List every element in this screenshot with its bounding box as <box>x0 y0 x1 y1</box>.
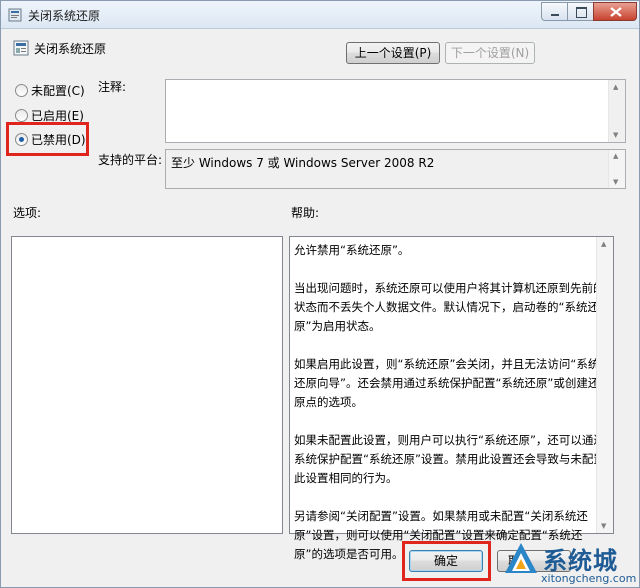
window-title: 关闭系统还原 <box>28 9 101 23</box>
options-panel <box>11 236 283 534</box>
watermark-brand: 系统城 <box>543 547 618 575</box>
radio-not-configured[interactable]: 未配置(C) <box>15 82 85 98</box>
policy-setting-icon <box>13 40 29 56</box>
comment-textarea[interactable]: ▲ ▼ <box>165 79 626 143</box>
help-scrollbar[interactable]: ▲ ▼ <box>596 237 613 533</box>
highlight-ok-button <box>402 541 491 581</box>
highlight-disabled-option <box>6 122 89 156</box>
scroll-down-arrow-icon[interactable]: ▼ <box>613 131 618 139</box>
previous-setting-button[interactable]: 上一个设置(P) <box>346 42 440 64</box>
platform-scrollbar[interactable]: ▲ ▼ <box>608 150 625 188</box>
platform-value: 至少 Windows 7 或 Windows Server 2008 R2 <box>171 156 435 170</box>
brand-watermark: 系统城 xitongcheng.com <box>501 539 640 588</box>
scroll-down-arrow-icon[interactable]: ▼ <box>613 178 618 186</box>
radio-enabled[interactable]: 已启用(E) <box>15 107 84 123</box>
scroll-down-arrow-icon[interactable]: ▼ <box>601 522 606 530</box>
watermark-logo-icon <box>505 543 537 573</box>
radio-circle[interactable] <box>15 108 28 122</box>
minimize-button[interactable] <box>541 2 567 21</box>
radio-circle[interactable] <box>15 83 28 97</box>
title-bar[interactable]: 关闭系统还原 <box>1 1 639 29</box>
scroll-up-arrow-icon[interactable]: ▲ <box>613 83 618 91</box>
help-paragraph: 允许禁用“系统还原”。 <box>294 243 410 257</box>
help-panel: 允许禁用“系统还原”。 当出现问题时，系统还原可以使用户将其计算机还原到先前的状… <box>289 236 614 561</box>
maximize-button[interactable] <box>567 2 593 21</box>
help-paragraph: 当出现问题时，系统还原可以使用户将其计算机还原到先前的状态而不丢失个人数据文件。… <box>294 281 605 333</box>
close-icon <box>610 7 622 17</box>
platform-label: 支持的平台: <box>98 153 163 167</box>
app-icon <box>8 8 22 22</box>
close-button[interactable] <box>593 2 637 21</box>
options-label: 选项: <box>13 206 42 220</box>
help-paragraph: 如果未配置此设置，则用户可以执行“系统还原”，还可以通过系统保护配置“系统还原”… <box>294 433 605 485</box>
next-setting-button[interactable]: 下一个设置(N) <box>445 42 535 64</box>
scroll-up-arrow-icon[interactable]: ▲ <box>601 240 606 248</box>
comment-label: 注释: <box>98 80 127 94</box>
watermark-url: xitongcheng.com <box>541 572 637 585</box>
radio-label: 未配置(C) <box>31 83 85 98</box>
comment-scrollbar[interactable]: ▲ ▼ <box>608 80 625 142</box>
help-text: 允许禁用“系统还原”。 当出现问题时，系统还原可以使用户将其计算机还原到先前的状… <box>294 241 610 583</box>
window-controls <box>541 2 637 21</box>
help-paragraph: 如果启用此设置，则“系统还原”会关闭，并且无法访问“系统还原向导”。还会禁用通过… <box>294 357 600 409</box>
policy-dialog-window: 关闭系统还原 关闭系统还原 上一个设置(P) 下一个设置(N) 未配置(C) 已… <box>0 0 640 588</box>
scroll-up-arrow-icon[interactable]: ▲ <box>613 152 618 160</box>
radio-label: 已启用(E) <box>31 108 84 123</box>
platform-box: 至少 Windows 7 或 Windows Server 2008 R2 ▲ … <box>165 149 626 189</box>
help-label: 帮助: <box>291 206 320 220</box>
setting-title: 关闭系统还原 <box>34 42 107 56</box>
